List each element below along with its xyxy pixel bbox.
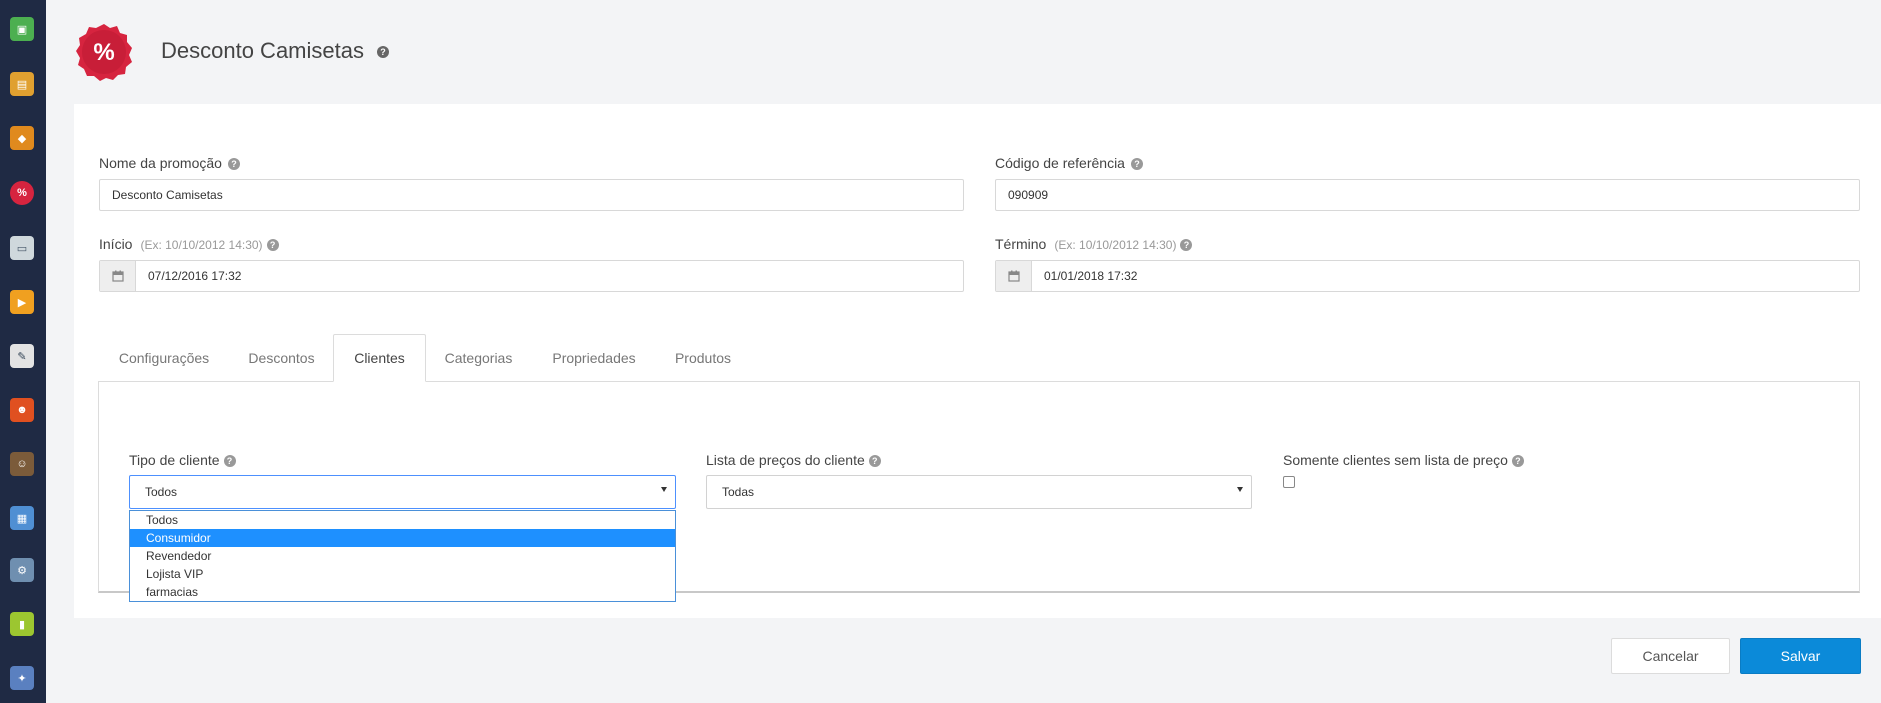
tipo-cliente-dropdown: Todos Consumidor Revendedor Lojista VIP … <box>129 510 676 602</box>
cancel-button[interactable]: Cancelar <box>1611 638 1730 674</box>
tab-clientes[interactable]: Clientes <box>333 334 426 382</box>
start-date-input[interactable]: 07/12/2016 17:32 <box>99 260 964 292</box>
products-stack-icon[interactable]: ◆ <box>10 126 34 150</box>
tipo-cliente-value: Todos <box>145 485 178 499</box>
card-payment-icon[interactable]: ▭ <box>10 236 34 260</box>
user-profile-icon[interactable]: ☺ <box>10 452 34 476</box>
chevron-down-icon <box>661 487 667 492</box>
lista-precos-select[interactable]: Todas <box>706 475 1252 509</box>
page-title: Desconto Camisetas <box>161 38 364 63</box>
start-hint: (Ex: 10/10/2012 14:30) <box>140 238 263 252</box>
image-gallery-icon[interactable]: ▦ <box>10 506 34 530</box>
ref-code-label: Código de referência? <box>995 155 1143 171</box>
help-icon[interactable]: ? <box>1130 158 1143 171</box>
reports-chart-icon[interactable]: ▮ <box>10 612 34 636</box>
help-icon[interactable]: ? <box>227 158 240 171</box>
somente-clientes-checkbox[interactable] <box>1283 476 1295 488</box>
end-label: Término (Ex: 10/10/2012 14:30)? <box>995 236 1193 252</box>
title-help-icon[interactable]: ? <box>377 46 389 58</box>
document-orders-icon[interactable]: ▤ <box>10 72 34 96</box>
ref-code-value: 090909 <box>1008 188 1049 202</box>
promotion-badge-icon: % <box>76 24 132 81</box>
help-icon[interactable]: ? <box>1180 239 1193 252</box>
tipo-cliente-label: Tipo de cliente? <box>129 452 236 468</box>
tab-propriedades[interactable]: Propriedades <box>531 334 657 382</box>
lista-precos-label: Lista de preços do cliente? <box>706 452 881 468</box>
tab-categorias[interactable]: Categorias <box>426 334 531 382</box>
left-sidebar: ▣ ▤ ◆ % ▭ ▶ ✎ ☻ ☺ ▦ ⚙ ▮ ✦ <box>0 0 46 703</box>
tipo-cliente-select[interactable]: Todos <box>129 475 676 509</box>
end-hint: (Ex: 10/10/2012 14:30) <box>1054 238 1177 252</box>
shipping-truck-icon[interactable]: ▶ <box>10 290 34 314</box>
start-label: Início (Ex: 10/10/2012 14:30)? <box>99 236 279 252</box>
dropdown-option-highlighted[interactable]: Consumidor <box>130 529 675 547</box>
tab-produtos[interactable]: Produtos <box>657 334 749 382</box>
tab-descontos[interactable]: Descontos <box>230 334 333 382</box>
notes-icon[interactable]: ✎ <box>10 344 34 368</box>
help-icon[interactable]: ? <box>266 239 279 252</box>
box-green-icon[interactable]: ▣ <box>10 17 34 41</box>
help-icon[interactable]: ? <box>223 455 236 468</box>
settings-device-icon[interactable]: ⚙ <box>10 558 34 582</box>
end-date-value: 01/01/2018 17:32 <box>1044 269 1138 283</box>
promo-name-label: Nome da promoção? <box>99 155 240 171</box>
tab-configuracoes[interactable]: Configurações <box>98 334 230 382</box>
chevron-down-icon <box>1237 487 1243 492</box>
badge-symbol: % <box>93 39 114 66</box>
calendar-icon[interactable] <box>996 261 1032 291</box>
help-icon[interactable]: ? <box>1511 455 1524 468</box>
end-date-input[interactable]: 01/01/2018 17:32 <box>995 260 1860 292</box>
start-date-value: 07/12/2016 17:32 <box>148 269 242 283</box>
customers-group-icon[interactable]: ☻ <box>10 398 34 422</box>
promotion-percent-icon[interactable]: % <box>10 181 34 205</box>
promo-name-value: Desconto Camisetas <box>112 188 223 202</box>
ref-code-input[interactable]: 090909 <box>995 179 1860 211</box>
dropdown-option[interactable]: Lojista VIP <box>130 565 675 583</box>
somente-clientes-label: Somente clientes sem lista de preço? <box>1283 452 1524 468</box>
dropdown-option[interactable]: Revendedor <box>130 547 675 565</box>
help-icon[interactable]: ? <box>868 455 881 468</box>
save-button[interactable]: Salvar <box>1740 638 1861 674</box>
dropdown-option[interactable]: Todos <box>130 511 675 529</box>
tools-icon[interactable]: ✦ <box>10 666 34 690</box>
lista-precos-value: Todas <box>722 485 755 499</box>
promo-name-input[interactable]: Desconto Camisetas <box>99 179 964 211</box>
calendar-icon[interactable] <box>100 261 136 291</box>
dropdown-option[interactable]: farmacias <box>130 583 675 601</box>
